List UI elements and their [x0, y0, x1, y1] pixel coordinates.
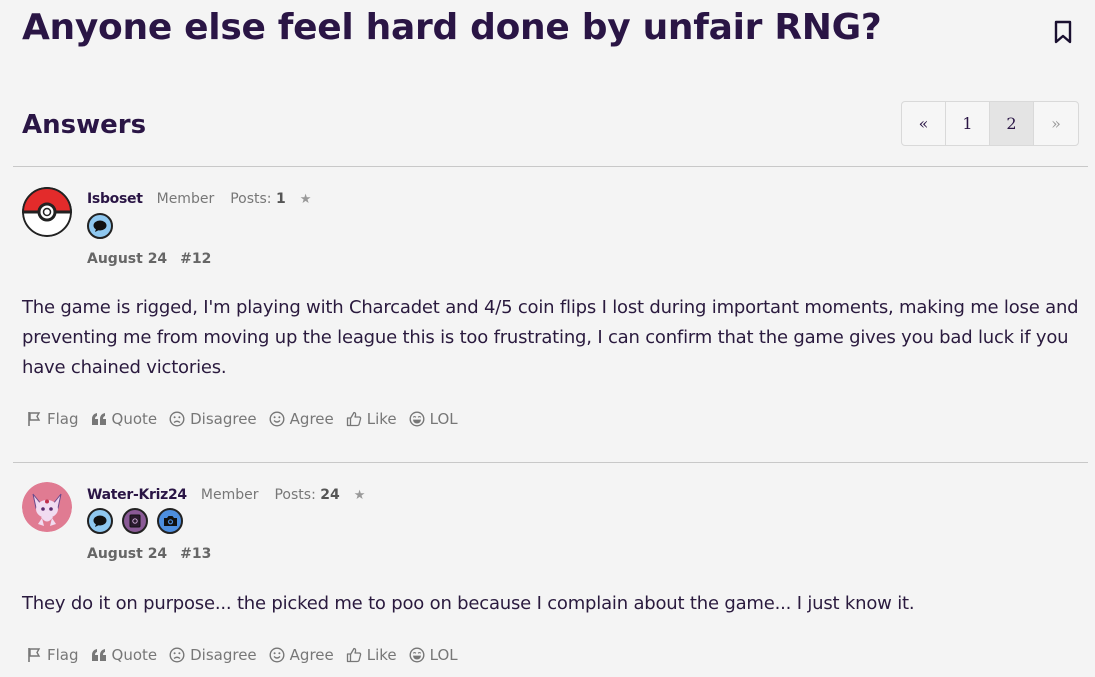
- pager-next-button[interactable]: »: [1034, 102, 1078, 145]
- pager-page-2[interactable]: 2: [990, 102, 1034, 145]
- disagree-button[interactable]: Disagree: [169, 646, 257, 664]
- frown-icon: [169, 411, 185, 427]
- quote-button[interactable]: Quote: [91, 646, 157, 664]
- post-number[interactable]: #12: [180, 251, 211, 267]
- username[interactable]: Isboset: [87, 191, 143, 207]
- post-actions: Flag Quote Disagree Agree Like LOL: [26, 646, 470, 664]
- frown-icon: [169, 647, 185, 663]
- star-icon: ★: [299, 191, 312, 207]
- flag-icon: [28, 412, 41, 426]
- star-icon: ★: [353, 487, 366, 503]
- laugh-icon: [409, 411, 425, 427]
- post-actions: Flag Quote Disagree Agree Like LOL: [26, 410, 470, 428]
- post-body: They do it on purpose... the picked me t…: [22, 593, 915, 614]
- post-meta: Isboset Member Posts: 1 ★: [87, 191, 311, 207]
- user-role: Member: [200, 487, 259, 503]
- post-dateline: August 24 #13: [87, 546, 211, 562]
- post-date[interactable]: August 24: [87, 251, 167, 267]
- quote-button[interactable]: Quote: [91, 410, 157, 428]
- answers-heading: Answers: [22, 110, 147, 140]
- like-button[interactable]: Like: [346, 646, 397, 664]
- agree-button[interactable]: Agree: [269, 410, 334, 428]
- post-date[interactable]: August 24: [87, 546, 167, 562]
- divider: [13, 462, 1088, 463]
- laugh-icon: [409, 647, 425, 663]
- avatar-espeon[interactable]: [22, 482, 72, 532]
- flag-button[interactable]: Flag: [26, 410, 79, 428]
- post-count: Posts: 24: [274, 487, 340, 503]
- post-body: The game is rigged, I'm playing with Cha…: [22, 297, 1079, 378]
- agree-button[interactable]: Agree: [269, 646, 334, 664]
- quote-icon: [91, 649, 106, 661]
- flag-button[interactable]: Flag: [26, 646, 79, 664]
- smile-icon: [269, 411, 285, 427]
- pager-prev-button[interactable]: «: [902, 102, 946, 145]
- pagination: « 1 2 »: [901, 101, 1079, 146]
- camera-badge[interactable]: [157, 508, 183, 534]
- quote-icon: [91, 413, 106, 425]
- post-count: Posts: 1: [230, 191, 286, 207]
- username[interactable]: Water-Kriz24: [87, 487, 187, 503]
- thumbs-up-icon: [346, 411, 362, 427]
- speech-bubble-badge[interactable]: [87, 508, 113, 534]
- badges: [87, 213, 113, 239]
- post-dateline: August 24 #12: [87, 251, 211, 267]
- pager-page-1[interactable]: 1: [946, 102, 990, 145]
- speech-bubble-badge[interactable]: [87, 213, 113, 239]
- lol-button[interactable]: LOL: [409, 410, 458, 428]
- flag-icon: [28, 648, 41, 662]
- post-meta: Water-Kriz24 Member Posts: 24 ★: [87, 487, 365, 503]
- disagree-button[interactable]: Disagree: [169, 410, 257, 428]
- badges: [87, 508, 183, 534]
- notebook-badge[interactable]: [122, 508, 148, 534]
- divider: [13, 166, 1088, 167]
- avatar-pokeball[interactable]: [22, 187, 72, 237]
- user-role: Member: [156, 191, 215, 207]
- like-button[interactable]: Like: [346, 410, 397, 428]
- thumbs-up-icon: [346, 647, 362, 663]
- lol-button[interactable]: LOL: [409, 646, 458, 664]
- bookmark-icon[interactable]: [1052, 19, 1074, 45]
- thread-title: Anyone else feel hard done by unfair RNG…: [22, 7, 882, 48]
- post-number[interactable]: #13: [180, 546, 211, 562]
- smile-icon: [269, 647, 285, 663]
